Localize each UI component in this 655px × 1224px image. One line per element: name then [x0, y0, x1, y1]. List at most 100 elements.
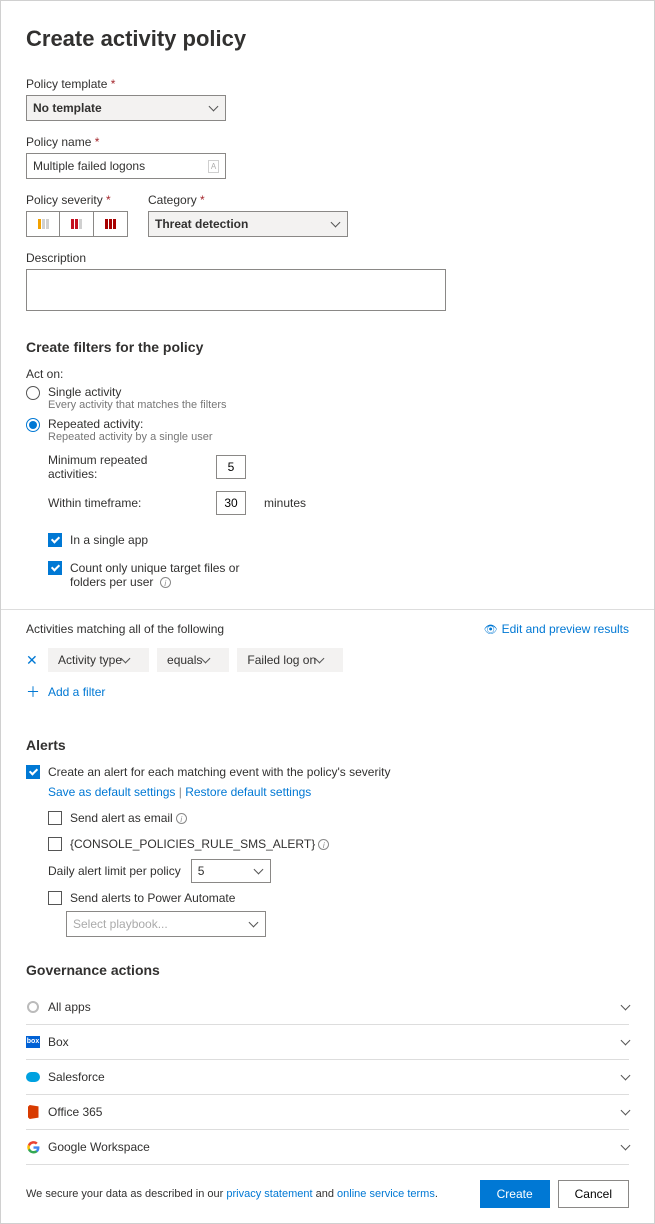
radio-icon	[26, 386, 40, 400]
filter-field-select[interactable]: Activity type	[48, 648, 149, 672]
severity-high-button[interactable]	[94, 211, 128, 237]
timeframe-label: Within timeframe:	[48, 496, 198, 510]
all-apps-icon	[26, 1000, 40, 1014]
google-workspace-icon	[26, 1140, 40, 1154]
governance-row-salesforce[interactable]: Salesforce	[26, 1060, 629, 1095]
chevron-down-icon	[622, 1035, 629, 1049]
severity-label: Policy severity	[26, 193, 128, 207]
salesforce-icon	[26, 1070, 40, 1084]
box-icon: box	[26, 1035, 40, 1049]
restore-default-link[interactable]: Restore default settings	[185, 785, 311, 799]
checkbox-icon	[26, 765, 40, 779]
chevron-down-icon	[622, 1140, 629, 1154]
create-alert-label: Create an alert for each matching event …	[48, 765, 390, 779]
single-app-label: In a single app	[70, 533, 148, 547]
governance-label: Salesforce	[48, 1070, 105, 1084]
governance-label: Box	[48, 1035, 69, 1049]
chevron-down-icon	[122, 653, 129, 667]
create-button[interactable]: Create	[480, 1180, 550, 1208]
add-filter-button[interactable]: ＋ Add a filter	[26, 682, 629, 702]
chevron-down-icon	[255, 864, 262, 878]
governance-row-office365[interactable]: Office 365	[26, 1095, 629, 1130]
daily-limit-label: Daily alert limit per policy	[48, 864, 181, 878]
info-icon	[176, 813, 187, 824]
act-on-single-radio[interactable]: Single activity Every activity that matc…	[26, 385, 629, 411]
chevron-down-icon	[316, 653, 323, 667]
cancel-button[interactable]: Cancel	[558, 1180, 629, 1208]
governance-row-all-apps[interactable]: All apps	[26, 990, 629, 1025]
remove-filter-button[interactable]: ✕	[26, 652, 40, 669]
sms-alert-checkbox[interactable]: {CONSOLE_POLICIES_RULE_SMS_ALERT}	[48, 837, 629, 851]
min-activities-input[interactable]	[216, 455, 246, 479]
category-value: Threat detection	[155, 217, 248, 231]
policy-name-label: Policy name	[26, 135, 629, 149]
governance-label: Office 365	[48, 1105, 102, 1119]
info-icon	[160, 577, 171, 588]
governance-label: All apps	[48, 1000, 91, 1014]
act-on-label: Act on:	[26, 367, 629, 381]
power-automate-label: Send alerts to Power Automate	[70, 891, 235, 905]
severity-group	[26, 211, 128, 237]
chevron-down-icon	[210, 101, 217, 115]
governance-label: Google Workspace	[48, 1140, 150, 1154]
privacy-link[interactable]: privacy statement	[226, 1188, 312, 1200]
chevron-down-icon	[202, 653, 209, 667]
page-title: Create activity policy	[26, 26, 629, 52]
act-on-repeated-radio[interactable]: Repeated activity: Repeated activity by …	[26, 417, 629, 443]
filter-op-select[interactable]: equals	[157, 648, 229, 672]
description-textarea[interactable]	[26, 269, 446, 311]
chevron-down-icon	[622, 1000, 629, 1014]
governance-heading: Governance actions	[26, 962, 629, 978]
category-label: Category	[148, 193, 348, 207]
office365-icon	[26, 1105, 40, 1119]
alerts-heading: Alerts	[26, 737, 629, 753]
checkbox-icon	[48, 811, 62, 825]
unique-targets-checkbox[interactable]: Count only unique target files or folder…	[48, 561, 278, 589]
daily-limit-select[interactable]: 5	[191, 859, 271, 883]
filters-heading: Create filters for the policy	[26, 339, 629, 355]
eye-icon	[484, 622, 502, 636]
policy-name-value: Multiple failed logons	[33, 159, 145, 173]
policy-name-input[interactable]: Multiple failed logons A	[26, 153, 226, 179]
power-automate-checkbox[interactable]: Send alerts to Power Automate	[48, 891, 629, 905]
chevron-down-icon	[622, 1070, 629, 1084]
daily-limit-value: 5	[198, 864, 205, 878]
single-activity-title: Single activity	[48, 385, 227, 399]
terms-link[interactable]: online service terms	[337, 1188, 435, 1200]
min-activities-label: Minimum repeated activities:	[48, 453, 198, 481]
radio-icon	[26, 418, 40, 432]
plus-icon: ＋	[26, 682, 40, 702]
chevron-down-icon	[250, 917, 257, 931]
severity-medium-button[interactable]	[60, 211, 94, 237]
checkbox-icon	[48, 561, 62, 575]
timeframe-input[interactable]	[216, 491, 246, 515]
severity-low-button[interactable]	[26, 211, 60, 237]
unique-targets-label: Count only unique target files or folder…	[70, 561, 278, 589]
description-label: Description	[26, 251, 629, 265]
playbook-select[interactable]: Select playbook...	[66, 911, 266, 937]
save-default-link[interactable]: Save as default settings	[48, 785, 175, 799]
edit-preview-link[interactable]: Edit and preview results	[484, 622, 629, 636]
email-alert-checkbox[interactable]: Send alert as email	[48, 811, 629, 825]
filter-value-select[interactable]: Failed log on	[237, 648, 343, 672]
playbook-placeholder: Select playbook...	[73, 917, 168, 931]
checkbox-icon	[48, 837, 62, 851]
checkbox-icon	[48, 533, 62, 547]
match-label: Activities matching all of the following	[26, 622, 224, 636]
footer-text: We secure your data as described in our …	[26, 1188, 438, 1200]
timeframe-unit: minutes	[264, 496, 306, 510]
input-hint-icon: A	[208, 160, 219, 173]
chevron-down-icon	[332, 217, 339, 231]
email-alert-label: Send alert as email	[70, 811, 173, 825]
category-select[interactable]: Threat detection	[148, 211, 348, 237]
governance-row-box[interactable]: box Box	[26, 1025, 629, 1060]
policy-template-label: Policy template	[26, 77, 629, 91]
governance-row-google[interactable]: Google Workspace	[26, 1130, 629, 1165]
add-filter-label: Add a filter	[48, 685, 105, 699]
policy-template-value: No template	[33, 101, 102, 115]
create-alert-checkbox[interactable]: Create an alert for each matching event …	[26, 765, 629, 779]
policy-template-select[interactable]: No template	[26, 95, 226, 121]
chevron-down-icon	[622, 1105, 629, 1119]
sms-alert-label: {CONSOLE_POLICIES_RULE_SMS_ALERT}	[70, 837, 315, 851]
single-app-checkbox[interactable]: In a single app	[48, 533, 629, 547]
